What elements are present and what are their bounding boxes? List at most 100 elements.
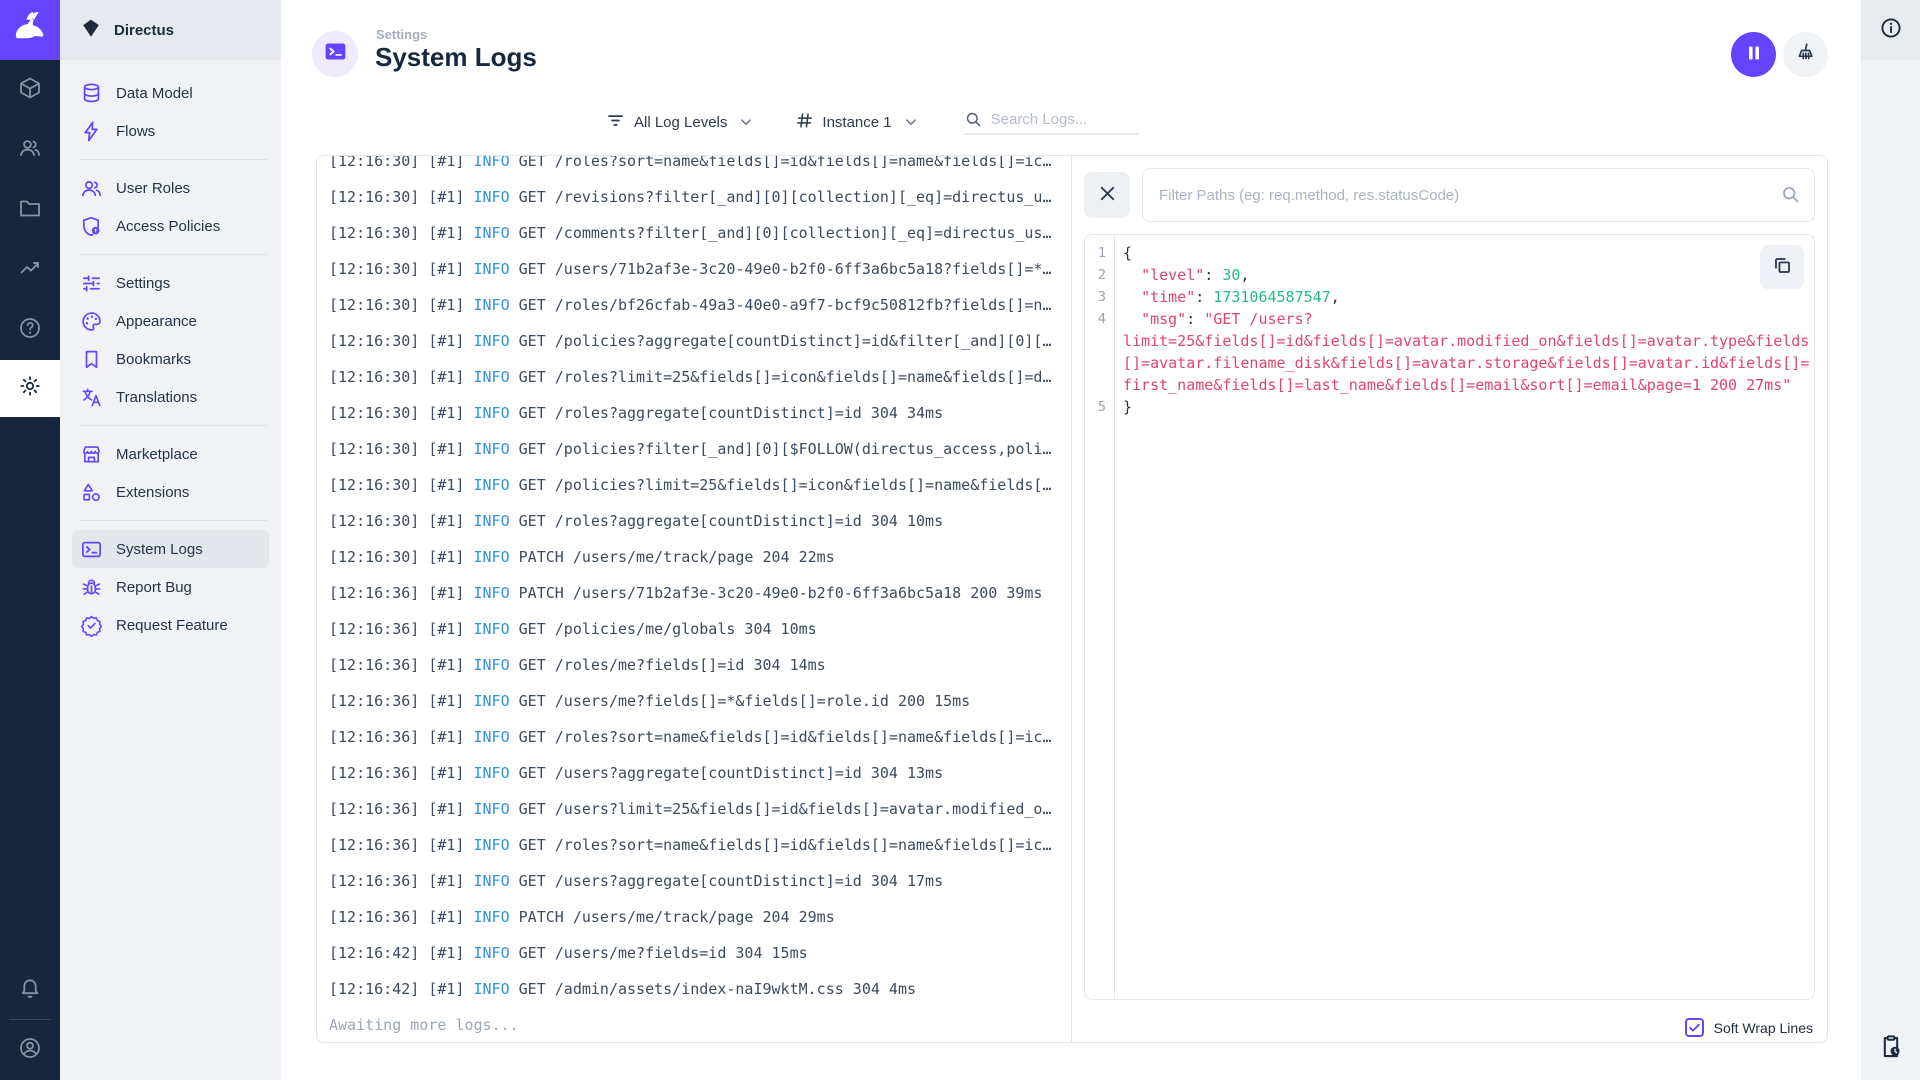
project-name: Directus	[114, 21, 175, 39]
search-icon	[964, 110, 983, 129]
sidebar-item-appearance[interactable]: Appearance	[72, 302, 269, 340]
log-row[interactable]: [12:16:36] [#1] INFO GET /policies/me/gl…	[329, 611, 1071, 647]
log-search	[963, 110, 1139, 135]
log-row[interactable]: [12:16:36] [#1] INFO GET /users?aggregat…	[329, 863, 1071, 899]
project-diamond-icon	[80, 17, 102, 44]
log-row[interactable]: [12:16:30] [#1] INFO GET /roles/bf26cfab…	[329, 287, 1071, 323]
people-icon	[80, 177, 103, 200]
help-icon	[18, 316, 42, 345]
log-row[interactable]: [12:16:36] [#1] INFO PATCH /users/71b2af…	[329, 575, 1071, 611]
code-line: []=avatar.filename_disk&fields[]=avatar.…	[1085, 352, 1814, 374]
close-icon	[1096, 182, 1119, 208]
line-number	[1085, 352, 1115, 374]
log-row[interactable]: [12:16:42] [#1] INFO GET /admin/assets/i…	[329, 971, 1071, 1007]
activity-log-button[interactable]	[1877, 1033, 1904, 1065]
translate-icon	[80, 386, 103, 409]
module-files[interactable]	[0, 180, 60, 240]
notifications-button[interactable]	[0, 959, 60, 1019]
breadcrumb[interactable]: Settings	[376, 27, 427, 42]
line-number: 3	[1085, 286, 1115, 308]
module-settings[interactable]	[0, 360, 60, 417]
code-line: limit=25&fields[]=id&fields[]=avatar.mod…	[1085, 330, 1814, 352]
code-line: 4 "msg": "GET /users?	[1085, 308, 1814, 330]
log-row[interactable]: [12:16:42] [#1] INFO GET /users/me?field…	[329, 935, 1071, 971]
sidebar-item-flows[interactable]: Flows	[72, 112, 269, 150]
box-icon	[18, 76, 42, 105]
search-logs-input[interactable]	[990, 110, 1139, 128]
chevron-down-icon	[737, 113, 755, 131]
filter-paths-input[interactable]	[1142, 168, 1815, 222]
sidebar-item-settings[interactable]: Settings	[72, 264, 269, 302]
log-row[interactable]: [12:16:30] [#1] INFO GET /roles?sort=nam…	[329, 156, 1071, 179]
sidebar-divider	[80, 425, 267, 426]
log-row[interactable]: [12:16:30] [#1] INFO GET /policies?filte…	[329, 431, 1071, 467]
database-icon	[80, 82, 103, 105]
pause-icon	[1742, 41, 1766, 68]
log-row[interactable]: [12:16:36] [#1] INFO GET /users/me?field…	[329, 683, 1071, 719]
project-header[interactable]: Directus	[60, 0, 281, 60]
main-content: Settings System Logs All Log Levels Inst…	[281, 0, 1861, 1080]
bell-icon	[18, 975, 42, 1004]
log-row[interactable]: [12:16:36] [#1] INFO GET /roles?sort=nam…	[329, 827, 1071, 863]
log-row[interactable]: [12:16:30] [#1] INFO PATCH /users/me/tra…	[329, 539, 1071, 575]
soft-wrap-toggle[interactable]: Soft Wrap Lines	[1684, 1018, 1813, 1037]
log-row[interactable]: [12:16:30] [#1] INFO GET /revisions?filt…	[329, 179, 1071, 215]
log-level-select[interactable]: All Log Levels	[605, 110, 755, 135]
sidebar-divider	[80, 254, 267, 255]
module-content[interactable]	[0, 60, 60, 120]
page-title: System Logs	[375, 42, 537, 72]
sidebar-item-bookmarks[interactable]: Bookmarks	[72, 340, 269, 378]
log-row[interactable]: [12:16:36] [#1] INFO GET /roles/me?field…	[329, 647, 1071, 683]
log-row[interactable]: [12:16:30] [#1] INFO GET /roles?limit=25…	[329, 359, 1071, 395]
log-row[interactable]: [12:16:36] [#1] INFO GET /roles?sort=nam…	[329, 719, 1071, 755]
line-content: []=avatar.filename_disk&fields[]=avatar.…	[1123, 354, 1810, 372]
line-content: "level": 30,	[1141, 266, 1250, 284]
log-row[interactable]: [12:16:30] [#1] INFO GET /roles?aggregat…	[329, 395, 1071, 431]
terminal-icon	[80, 538, 103, 561]
log-row[interactable]: [12:16:36] [#1] INFO GET /users?limit=25…	[329, 791, 1071, 827]
user-menu-button[interactable]	[0, 1020, 60, 1080]
sidebar-item-access-policies[interactable]: Access Policies	[72, 207, 269, 245]
sidebar-item-system-logs[interactable]: System Logs	[72, 530, 269, 568]
log-row[interactable]: [12:16:30] [#1] INFO GET /roles?aggregat…	[329, 503, 1071, 539]
sidebar-item-extensions[interactable]: Extensions	[72, 473, 269, 511]
log-row[interactable]: [12:16:30] [#1] INFO GET /comments?filte…	[329, 215, 1071, 251]
module-help[interactable]	[0, 300, 60, 360]
terminal-icon	[323, 39, 348, 69]
line-number: 4	[1085, 308, 1115, 330]
gear-icon	[18, 374, 42, 403]
account-icon	[18, 1036, 42, 1065]
clear-logs-button[interactable]	[1783, 32, 1828, 77]
log-row[interactable]: [12:16:30] [#1] INFO GET /policies?aggre…	[329, 323, 1071, 359]
soft-wrap-label: Soft Wrap Lines	[1713, 1019, 1813, 1036]
sidebar-item-marketplace[interactable]: Marketplace	[72, 435, 269, 473]
line-number	[1085, 374, 1115, 396]
awaiting-logs-text: Awaiting more logs...	[329, 1016, 519, 1034]
log-row[interactable]: [12:16:36] [#1] INFO GET /users?aggregat…	[329, 755, 1071, 791]
info-sidebar-button[interactable]	[1861, 0, 1920, 60]
module-insights[interactable]	[0, 240, 60, 300]
sidebar-item-translations[interactable]: Translations	[72, 378, 269, 416]
sidebar-item-label: System Logs	[116, 540, 203, 558]
log-detail-panel: 1{2 "level": 30,3 "time": 1731064587547,…	[1072, 156, 1827, 1042]
code-line: 3 "time": 1731064587547,	[1085, 286, 1814, 308]
log-row[interactable]: [12:16:36] [#1] INFO PATCH /users/me/tra…	[329, 899, 1071, 935]
settings-sidebar: Directus Data Model Flows User Roles Acc…	[60, 0, 281, 1080]
sidebar-item-request-feature[interactable]: Request Feature	[72, 606, 269, 644]
sidebar-item-report-bug[interactable]: Report Bug	[72, 568, 269, 606]
pause-logs-button[interactable]	[1731, 32, 1776, 77]
instance-select[interactable]: Instance 1	[795, 111, 919, 134]
copy-json-button[interactable]	[1760, 245, 1804, 289]
directus-logo-button[interactable]	[0, 0, 60, 60]
sidebar-item-data-model[interactable]: Data Model	[72, 74, 269, 112]
sidebar-item-user-roles[interactable]: User Roles	[72, 169, 269, 207]
log-row[interactable]: [12:16:30] [#1] INFO GET /users/71b2af3e…	[329, 251, 1071, 287]
sidebar-item-label: Request Feature	[116, 616, 228, 634]
tune-icon	[80, 272, 103, 295]
log-level-value: All Log Levels	[634, 113, 728, 131]
close-detail-button[interactable]	[1084, 172, 1130, 218]
module-users[interactable]	[0, 120, 60, 180]
log-row[interactable]: [12:16:30] [#1] INFO GET /policies?limit…	[329, 467, 1071, 503]
directus-rabbit-icon	[12, 10, 48, 51]
filter-bar: All Log Levels Instance 1	[605, 107, 1139, 137]
